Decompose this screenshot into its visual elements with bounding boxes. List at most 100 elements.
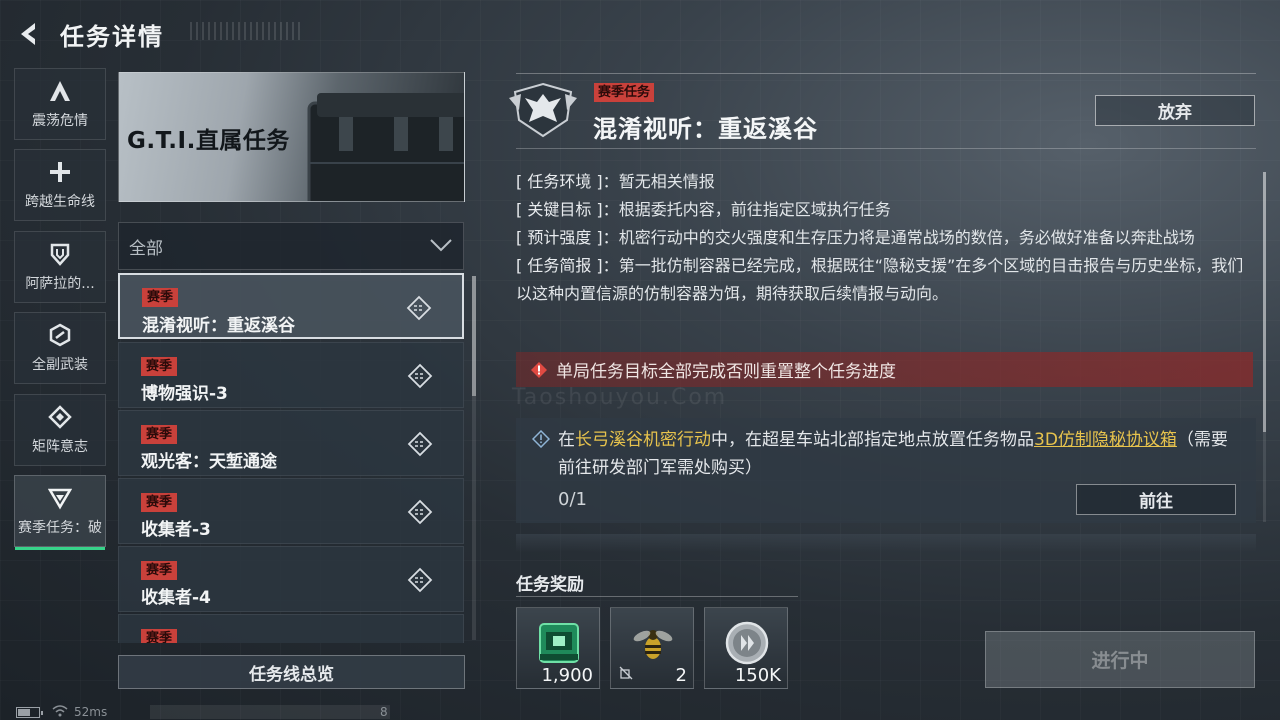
rail-item-label: 矩阵意志 — [32, 439, 88, 455]
rewards-divider — [516, 596, 798, 597]
abandon-button[interactable]: 放弃 — [1095, 95, 1255, 126]
info-diamond-icon — [531, 429, 551, 452]
status-track — [150, 705, 390, 719]
list-item[interactable]: 赛季 收集者-4 — [118, 546, 464, 612]
objective-item-link[interactable]: 3D仿制隐秘协议箱 — [1034, 430, 1177, 450]
season-tag: 赛季 — [141, 561, 178, 580]
shield-icon — [47, 241, 73, 267]
info-value: 机密行动中的交火强度和生存压力将是通常战场的数倍，务必做好准备以奔赴战场 — [618, 228, 1195, 247]
banner-title: G.T.I.直属任务 — [127, 128, 290, 154]
info-key: [ 关键目标 ] — [516, 200, 603, 219]
season-mission-tag: 赛季任务 — [594, 83, 655, 102]
list-item[interactable]: 赛季 — [118, 614, 464, 643]
objective-progress: 0/1 — [558, 489, 587, 510]
list-item[interactable]: 赛季 博物强识-3 — [118, 342, 464, 408]
info-value: 暂无相关情报 — [618, 172, 715, 191]
detail-scrollbar[interactable] — [1263, 172, 1266, 522]
info-value: 根据委托内容，前往指定区域执行任务 — [618, 200, 891, 219]
mission-list: 赛季 混淆视听：重返溪谷 赛季 博物强识-3 赛季 观光客：天堑通途 赛季 收集… — [118, 273, 466, 643]
info-key: [ 任务简报 ] — [516, 256, 603, 275]
mission-filter-dropdown[interactable]: 全部 — [118, 222, 464, 270]
info-key: [ 任务环境 ] — [516, 172, 603, 191]
page-title: 任务详情 — [60, 22, 164, 51]
info-row: [ 预计强度 ]：机密行动中的交火强度和生存压力将是通常战场的数倍，务必做好准备… — [516, 228, 1195, 247]
objective-location: 长弓溪谷机密行动 — [575, 430, 711, 450]
rewards-title: 任务奖励 — [516, 575, 584, 595]
rail-item-label: 阿萨拉的... — [25, 276, 95, 292]
mission-marker-icon — [407, 363, 433, 389]
back-arrow-icon[interactable] — [14, 19, 44, 49]
info-key: [ 预计强度 ] — [516, 228, 603, 247]
rail-item-fully-armed[interactable]: 全副武装 — [14, 312, 106, 384]
info-row: [ 任务环境 ]：暂无相关情报 — [516, 172, 715, 191]
reward-slot[interactable]: 2 — [610, 607, 694, 689]
filter-selected-label: 全部 — [129, 238, 163, 259]
reward-quantity: 150K — [734, 665, 781, 686]
device-status-bar: 52ms — [16, 704, 107, 720]
rail-item-label: 震荡危情 — [32, 113, 88, 129]
watermark-text: Taoshouyou.Com — [512, 385, 728, 410]
mission-name: 博物强识-3 — [141, 384, 228, 404]
rail-item-label: 赛季任务：破 — [18, 520, 102, 536]
mission-info: [ 任务环境 ]：暂无相关情报 [ 关键目标 ]：根据委托内容，前往指定区域执行… — [516, 168, 1244, 308]
next-objective-peek — [516, 534, 1256, 552]
mission-marker-icon — [406, 295, 432, 321]
mission-marker-icon — [407, 431, 433, 457]
season-tag: 赛季 — [141, 493, 178, 512]
rail-item-season-mission[interactable]: 赛季任务：破 — [14, 475, 106, 550]
detail-top-divider — [516, 73, 1256, 74]
season-tag: 赛季 — [141, 357, 178, 376]
rail-item-matrix-will[interactable]: 矩阵意志 — [14, 394, 106, 466]
mission-name: 观光客：天堑通途 — [141, 452, 277, 472]
objective-card: 在长弓溪谷机密行动中，在超星车站北部指定地点放置任务物品3D仿制隐秘协议箱（需要… — [516, 418, 1256, 523]
rail-item-label: 跨越生命线 — [25, 194, 95, 210]
warning-icon — [530, 361, 548, 379]
hexagon-icon — [47, 322, 73, 348]
mission-line-overview-button[interactable]: 任务线总览 — [118, 655, 465, 689]
info-value: 第一批仿制容器已经完成，根据既往“隐秘支援”在多个区域的目击报告与历史坐标，我们… — [516, 256, 1244, 303]
gti-eagle-emblem-icon — [509, 82, 577, 138]
reward-slot[interactable]: 1,900 — [516, 607, 600, 689]
season-tag: 赛季 — [141, 425, 178, 444]
chevron-down-icon — [429, 237, 453, 256]
rail-item-lifeline[interactable]: 跨越生命线 — [14, 149, 106, 221]
ping-readout: 52ms — [74, 705, 108, 719]
triangle-a-icon — [47, 78, 73, 104]
warning-text: 单局任务目标全部完成否则重置整个任务进度 — [556, 362, 896, 382]
objective-pre: 在 — [558, 430, 575, 450]
reward-quantity: 2 — [675, 665, 687, 686]
battery-icon — [16, 706, 43, 718]
status-number: 8 — [380, 705, 388, 719]
reward-quantity: 1,900 — [541, 665, 593, 686]
mission-marker-icon — [407, 499, 433, 525]
rail-item-asala[interactable]: 阿萨拉的... — [14, 231, 106, 303]
no-trade-icon — [619, 665, 633, 684]
reward-slot[interactable]: 150K — [704, 607, 788, 689]
objective-text: 在长弓溪谷机密行动中，在超星车站北部指定地点放置任务物品3D仿制隐秘协议箱（需要… — [558, 426, 1238, 482]
goto-button[interactable]: 前往 — [1076, 484, 1236, 515]
header-decoration — [190, 22, 302, 40]
mission-marker-icon — [407, 567, 433, 593]
reset-warning-banner: 单局任务目标全部完成否则重置整个任务进度 — [516, 352, 1253, 387]
in-progress-button: 进行中 — [985, 631, 1255, 688]
mission-line-banner: G.T.I.直属任务 — [118, 72, 465, 202]
list-item[interactable]: 赛季 观光客：天堑通途 — [118, 410, 464, 476]
detail-divider — [516, 148, 1256, 149]
wifi-icon — [52, 704, 68, 720]
mission-name: 收集者-4 — [141, 588, 211, 608]
emerald-box-icon — [539, 623, 579, 663]
case-illustration — [307, 93, 464, 201]
plus-icon — [47, 159, 73, 185]
list-item[interactable]: 赛季 混淆视听：重返溪谷 — [118, 273, 464, 339]
info-row: [ 关键目标 ]：根据委托内容，前往指定区域执行任务 — [516, 200, 891, 219]
mission-list-scrollbar[interactable] — [472, 276, 476, 640]
list-item[interactable]: 赛季 收集者-3 — [118, 478, 464, 544]
rail-item-tremor-crisis[interactable]: 震荡危情 — [14, 68, 106, 140]
wasp-icon — [633, 630, 673, 659]
season-tag: 赛季 — [141, 629, 178, 643]
season-tag: 赛季 — [142, 288, 179, 307]
diamond-icon — [47, 404, 73, 430]
header: 任务详情 — [14, 14, 164, 54]
objective-mid: 中，在超星车站北部指定地点放置任务物品 — [711, 430, 1034, 450]
mission-name: 收集者-3 — [141, 520, 211, 540]
